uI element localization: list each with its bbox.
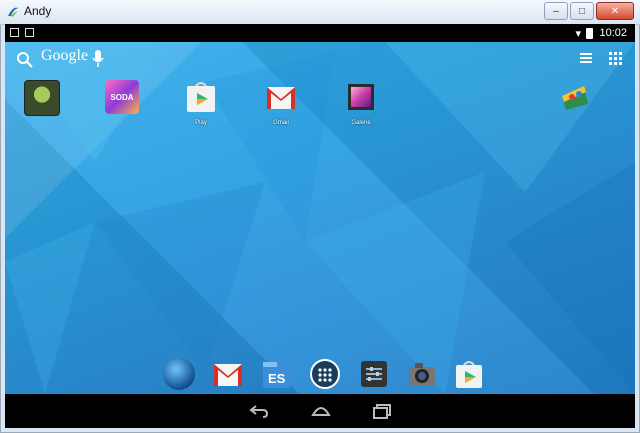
app-label: Galerie bbox=[351, 120, 371, 126]
maximize-button[interactable]: □ bbox=[570, 2, 594, 20]
dock: ES bbox=[157, 352, 492, 394]
app-label: Play bbox=[195, 120, 207, 126]
app-play-store[interactable]: Play bbox=[174, 80, 228, 126]
android-navigation-bar bbox=[5, 394, 635, 428]
settings-icon[interactable] bbox=[358, 358, 390, 390]
google-search-bar[interactable]: Google bbox=[41, 47, 88, 65]
home-icon[interactable] bbox=[310, 403, 332, 419]
notification-icon bbox=[10, 28, 19, 37]
window-titlebar[interactable]: Andy – □ ✕ bbox=[0, 0, 640, 25]
window-title: Andy bbox=[24, 4, 52, 18]
app-gmail[interactable]: Gmail bbox=[254, 80, 308, 126]
gmail-dock-icon[interactable] bbox=[212, 358, 244, 390]
microphone-icon[interactable] bbox=[91, 49, 105, 69]
wifi-icon: ▾ bbox=[575, 28, 581, 40]
app-gallery[interactable]: Galerie bbox=[334, 80, 388, 126]
es-file-explorer-icon[interactable]: ES bbox=[261, 358, 293, 390]
play-store-icon bbox=[187, 82, 215, 112]
home-screen: Google SODA Play Gmail Galerie ES bbox=[5, 42, 635, 394]
zombie-game-icon bbox=[24, 80, 60, 116]
app-candy-crush-soda[interactable]: SODA bbox=[95, 80, 149, 115]
all-apps-icon[interactable] bbox=[309, 358, 341, 390]
notification-icon bbox=[25, 28, 34, 37]
app-label: Gmail bbox=[273, 120, 289, 126]
search-icon[interactable] bbox=[16, 51, 34, 69]
battery-icon bbox=[586, 28, 593, 39]
svg-text:ES: ES bbox=[268, 371, 286, 386]
play-store-dock-icon[interactable] bbox=[453, 358, 485, 390]
apps-grid-icon[interactable] bbox=[609, 52, 623, 66]
app-icon-pack[interactable] bbox=[548, 80, 602, 120]
camera-icon[interactable] bbox=[406, 358, 438, 390]
back-icon[interactable] bbox=[248, 403, 270, 419]
list-icon[interactable] bbox=[579, 52, 593, 66]
candy-crush-soda-icon: SODA bbox=[105, 80, 139, 114]
app-zombie-game[interactable] bbox=[15, 80, 69, 117]
andy-logo-icon bbox=[8, 7, 18, 17]
close-button[interactable]: ✕ bbox=[596, 2, 634, 20]
minimize-button[interactable]: – bbox=[544, 2, 568, 20]
recent-apps-icon[interactable] bbox=[372, 403, 394, 419]
gallery-icon bbox=[348, 84, 374, 110]
android-status-bar: ▾ 10:02 bbox=[5, 24, 635, 42]
gmail-icon bbox=[267, 87, 295, 109]
icon-pack-app-icon bbox=[562, 86, 588, 110]
browser-globe-icon[interactable] bbox=[163, 358, 195, 390]
status-time: 10:02 bbox=[599, 27, 627, 39]
window-controls: – □ ✕ bbox=[544, 2, 634, 20]
